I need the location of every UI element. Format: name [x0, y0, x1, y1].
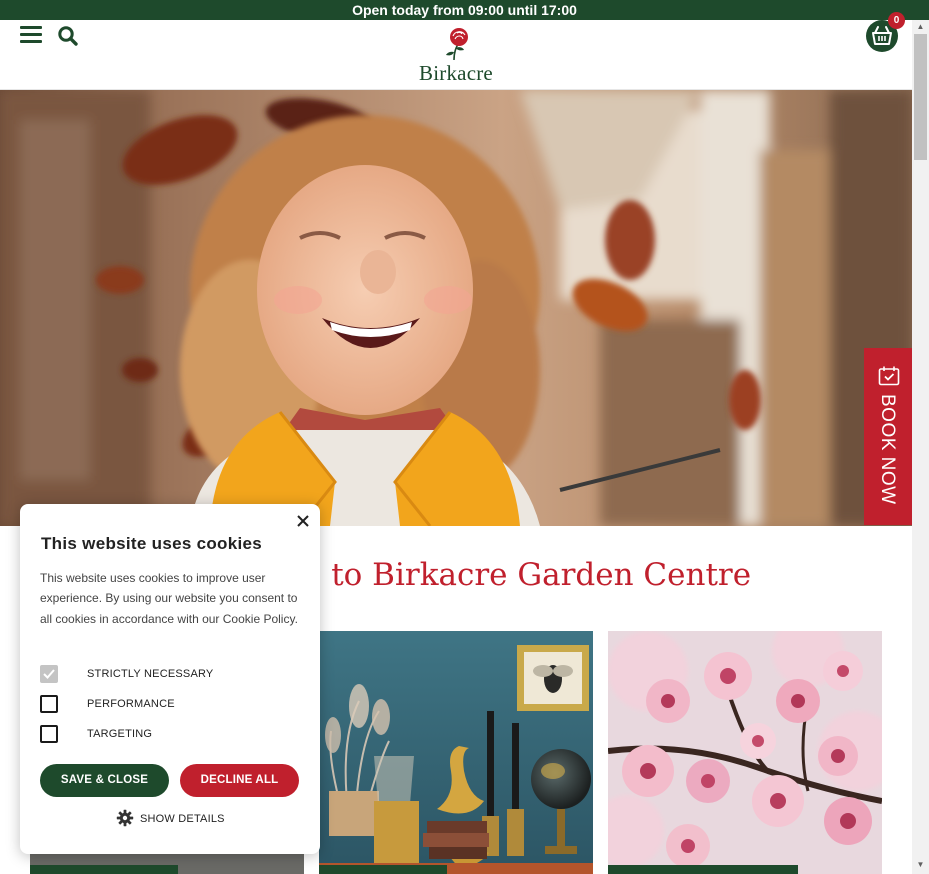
scroll-up-icon[interactable]: ▲: [913, 22, 928, 32]
welcome-heading-text: e to Birkacre Garden Centre: [303, 557, 752, 593]
cookie-option-label: STRICTLY NECESSARY: [87, 668, 214, 680]
show-details-label: SHOW DETAILS: [140, 813, 225, 825]
rose-logo-icon: [446, 28, 468, 61]
gear-icon: [116, 809, 134, 827]
scroll-down-icon[interactable]: ▼: [913, 860, 928, 870]
cookie-option-label: PERFORMANCE: [87, 698, 175, 710]
targeting-checkbox[interactable]: [40, 725, 58, 743]
hero-image: [0, 90, 912, 526]
site-header: Birkacre 0: [0, 12, 912, 90]
book-now-tab[interactable]: BOOK NOW: [864, 348, 912, 525]
feature-card-blossom[interactable]: [608, 631, 882, 874]
performance-checkbox[interactable]: [40, 695, 58, 713]
basket-count-badge: 0: [888, 12, 905, 29]
decline-all-button[interactable]: DECLINE ALL: [180, 764, 299, 797]
strictly-necessary-checkbox[interactable]: [40, 665, 58, 683]
hamburger-icon[interactable]: [20, 26, 42, 44]
search-icon[interactable]: [57, 25, 79, 47]
calendar-icon: [878, 366, 900, 386]
cookie-dialog-body: This website uses cookies to improve use…: [40, 571, 298, 626]
cookie-consent-dialog: This website uses cookies This website u…: [20, 504, 320, 854]
scrollbar-thumb[interactable]: [914, 34, 927, 160]
cookie-option-strictly-necessary[interactable]: STRICTLY NECESSARY: [40, 664, 240, 684]
site-logo[interactable]: Birkacre: [410, 26, 502, 84]
close-icon[interactable]: [296, 514, 310, 528]
save-close-button[interactable]: SAVE & CLOSE: [40, 764, 169, 797]
feature-card-homeware[interactable]: [319, 631, 593, 874]
book-now-label: BOOK NOW: [877, 394, 898, 505]
opening-hours-banner: Open today from 09:00 until 17:00: [0, 0, 929, 20]
cookie-option-performance[interactable]: PERFORMANCE: [40, 694, 240, 714]
logo-wordmark: Birkacre: [419, 61, 493, 85]
page: Open today from 09:00 until 17:00 Birkac…: [0, 0, 929, 874]
cookie-option-label: TARGETING: [87, 728, 153, 740]
show-details-link[interactable]: SHOW DETAILS: [116, 809, 246, 827]
cookie-option-targeting[interactable]: TARGETING: [40, 724, 240, 744]
cookie-dialog-title: This website uses cookies: [41, 534, 263, 553]
